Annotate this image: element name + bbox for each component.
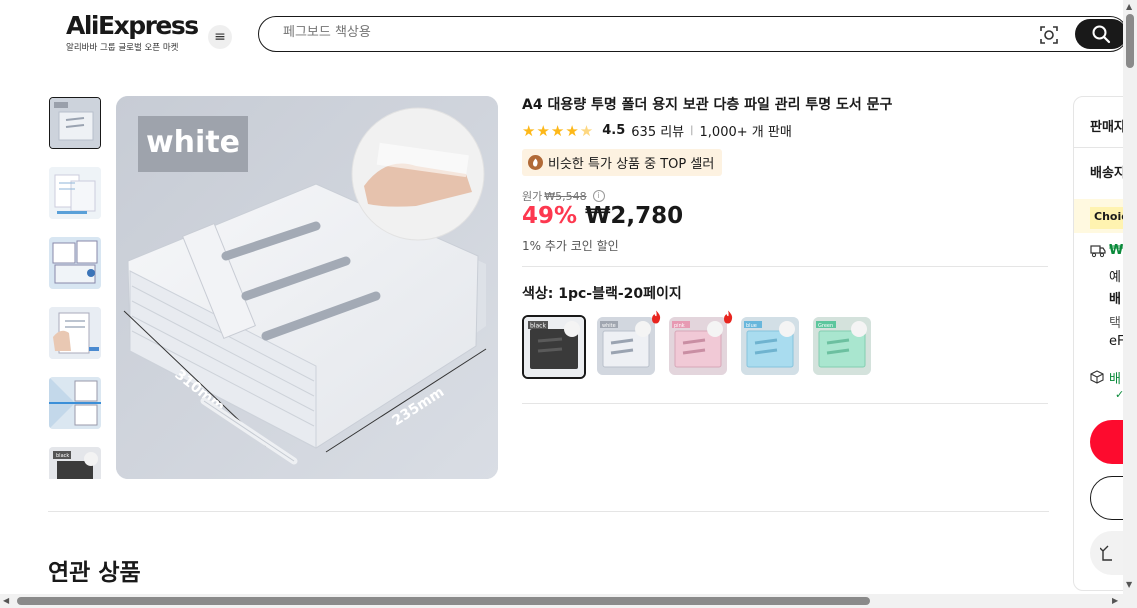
main-product-image[interactable]: white 310mm 235mm	[116, 96, 498, 479]
star-rating-icon: ★★★★★	[522, 121, 595, 140]
delivery-row: 배	[1109, 372, 1121, 387]
thumbnail-detail-3[interactable]	[49, 307, 101, 359]
seller-label[interactable]: 판매자	[1090, 116, 1126, 135]
shipping-to-label[interactable]: 배송지	[1090, 162, 1126, 181]
search-button[interactable]	[1075, 19, 1127, 49]
thumb-black-tag: black	[56, 453, 69, 459]
shipping-row-1: 예	[1109, 270, 1121, 285]
badge-text: 비슷한 특가 상품 중 TOP 셀러	[548, 157, 715, 172]
rating-value: 4.5	[602, 123, 626, 138]
product-page: AliExpress 알리바바 그룹 글로벌 오픈 마켓 ≡ 페그보드 책상용 …	[0, 0, 1137, 608]
image-color-label: white	[146, 125, 240, 160]
related-products-title: 연관 상품	[48, 560, 141, 586]
scroll-left-icon[interactable]: ◀	[3, 596, 9, 605]
product-title: A4 대용량 투명 폴더 용지 보관 다층 파일 관리 투명 도서 문구	[522, 97, 893, 113]
swatch-green[interactable]: Green	[813, 317, 871, 375]
search-bar	[258, 16, 1128, 52]
swatch-white-tag: white	[602, 323, 616, 329]
thumbnail-white[interactable]	[49, 97, 101, 149]
shipping-row-2: 배	[1109, 292, 1121, 307]
aliexpress-logo[interactable]: AliExpress 알리바바 그룹 글로벌 오픈 마켓	[66, 11, 199, 54]
original-label: 원가	[522, 190, 543, 203]
horizontal-scrollbar[interactable]: ◀ ▶	[0, 594, 1137, 608]
top-seller-badge[interactable]: 비슷한 특가 상품 중 TOP 셀러	[522, 149, 723, 176]
thumbnail-detail-1[interactable]	[49, 167, 101, 219]
thumbnail-detail-4[interactable]	[49, 377, 101, 429]
logo-subtitle: 알리바바 그룹 글로벌 오픈 마켓	[66, 43, 179, 53]
price-row: 49% ₩2,780	[522, 203, 683, 229]
separator: |	[690, 125, 694, 136]
swatch-black[interactable]: black	[522, 315, 586, 379]
hamburger-icon: ≡	[214, 29, 226, 45]
hot-fire-icon	[722, 310, 734, 327]
coin-discount: 1% 추가 코인 할인	[522, 239, 619, 253]
search-icon	[1092, 25, 1111, 44]
swatch-green-tag: Green	[818, 323, 833, 329]
search-input[interactable]	[283, 25, 1003, 40]
truck-icon	[1090, 245, 1106, 258]
swatch-pink-tag: pink	[674, 323, 685, 329]
original-price: ₩5,548	[544, 189, 587, 203]
divider	[522, 266, 1048, 267]
swatch-pink[interactable]: pink	[669, 317, 727, 375]
sold-count: 1,000+ 개 판매	[699, 125, 792, 140]
vertical-scroll-thumb[interactable]	[1126, 14, 1134, 68]
shipping-price: ₩	[1109, 243, 1124, 258]
thumbnail-detail-2[interactable]	[49, 237, 101, 289]
scroll-right-icon[interactable]: ▶	[1112, 596, 1118, 605]
rating-row[interactable]: ★★★★★ 4.5 635 리뷰 | 1,000+ 개 판매	[522, 121, 792, 141]
shipping-row-3: 택	[1109, 316, 1121, 331]
divider	[522, 403, 1048, 404]
swatch-blue[interactable]: blue	[741, 317, 799, 375]
hamburger-menu-button[interactable]: ≡	[208, 25, 232, 49]
thumbnail-black[interactable]: black	[49, 447, 101, 479]
scroll-down-icon[interactable]: ▼	[1126, 580, 1132, 589]
camera-search-icon[interactable]	[1039, 25, 1059, 45]
hot-fire-icon	[650, 310, 662, 327]
package-icon	[1090, 370, 1104, 384]
logo-text: AliExpress	[66, 11, 199, 40]
discount-percent: 49%	[522, 203, 578, 229]
swatch-white[interactable]: white	[597, 317, 655, 375]
info-icon[interactable]: i	[592, 190, 605, 202]
scroll-up-icon[interactable]: ▲	[1126, 2, 1132, 11]
fire-badge-icon	[528, 155, 543, 170]
swatch-blue-tag: blue	[746, 323, 757, 329]
horizontal-scroll-thumb[interactable]	[17, 597, 870, 605]
sale-price: ₩2,780	[585, 203, 684, 229]
color-selection-label: 색상: 1pc-블랙-20페이지	[522, 286, 682, 302]
original-price-row: 원가 ₩5,548 i	[522, 188, 605, 204]
review-count[interactable]: 635 리뷰	[631, 121, 684, 140]
vertical-scrollbar[interactable]: ▲ ▼	[1123, 0, 1137, 594]
section-divider	[48, 511, 1049, 512]
thumbnail-list: black	[40, 92, 110, 479]
share-icon	[1100, 545, 1112, 561]
swatch-black-tag: black	[530, 323, 546, 330]
